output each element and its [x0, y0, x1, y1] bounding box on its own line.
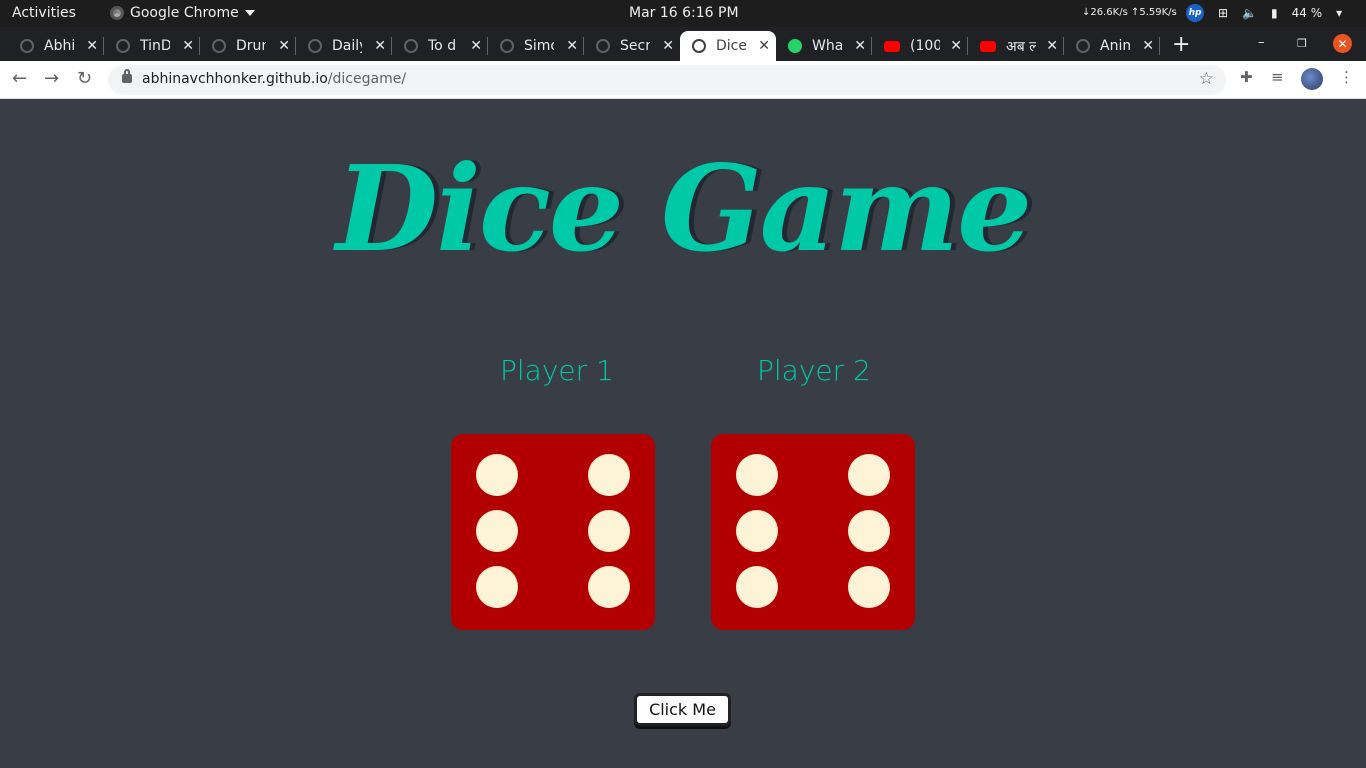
- network-speed: ↓26.6K/s ↑5.59K/s: [1082, 7, 1177, 18]
- close-icon[interactable]: ✕: [758, 38, 770, 54]
- restore-button[interactable]: ❐: [1297, 37, 1307, 50]
- close-icon[interactable]: ✕: [1046, 38, 1058, 54]
- tab-title: Drun: [236, 38, 266, 54]
- globe-icon: [308, 39, 322, 53]
- page-title: Dice Game: [335, 139, 1032, 278]
- tab[interactable]: Simo✕: [480, 31, 584, 61]
- close-window-button[interactable]: ✕: [1333, 34, 1352, 53]
- close-icon[interactable]: ✕: [854, 38, 866, 54]
- globe-icon: [116, 39, 130, 53]
- url-text[interactable]: abhinavchhonker.github.io/dicegame/: [142, 71, 406, 87]
- youtube-icon: [884, 40, 900, 52]
- close-icon[interactable]: ✕: [1142, 38, 1154, 54]
- tab-strip: Abhi✕ TinD✕ Drun✕ Daily✕ To d✕ Simo✕ Sec…: [0, 27, 1366, 61]
- tab-title: What: [812, 38, 842, 54]
- profile-avatar[interactable]: [1301, 68, 1323, 90]
- battery-level: 44 %: [1291, 6, 1323, 20]
- system-top-bar: Activities Google Chrome Mar 16 6:16 PM …: [0, 0, 1366, 27]
- tab-active[interactable]: Dice ✕: [680, 31, 776, 61]
- activities-button[interactable]: Activities: [12, 5, 76, 21]
- whatsapp-icon: [788, 39, 802, 53]
- close-icon[interactable]: ✕: [662, 38, 674, 54]
- tab[interactable]: Secre ✕: [576, 31, 680, 61]
- battery-icon[interactable]: ▮: [1271, 6, 1278, 20]
- url-host: abhinavchhonker.github.io: [142, 71, 328, 87]
- app-menu[interactable]: Google Chrome: [110, 5, 255, 21]
- youtube-icon: [980, 40, 996, 52]
- menu-dots-icon[interactable]: ⋮: [1339, 68, 1354, 86]
- volume-icon[interactable]: 🔈: [1242, 6, 1257, 20]
- tab[interactable]: To d ✕: [384, 31, 488, 61]
- globe-icon: [404, 39, 418, 53]
- die-pip: [588, 454, 630, 496]
- globe-icon: [212, 39, 226, 53]
- die-pip: [588, 566, 630, 608]
- url-path: /dicegame/: [327, 71, 407, 87]
- hp-icon[interactable]: hp: [1186, 4, 1204, 22]
- network-icon[interactable]: ⊞: [1218, 6, 1228, 20]
- chrome-icon: [110, 6, 124, 20]
- tab[interactable]: Daily✕: [288, 31, 392, 61]
- player-1-label: Player 1: [500, 354, 614, 387]
- player-2-die: [711, 434, 915, 630]
- player-2-label: Player 2: [757, 354, 871, 387]
- die-pip: [476, 510, 518, 552]
- clock[interactable]: Mar 16 6:16 PM: [629, 5, 739, 21]
- die-pip: [736, 566, 778, 608]
- tab-title: (100): [910, 38, 940, 54]
- tab-title: Secre: [620, 38, 650, 54]
- roll-dice-button[interactable]: Click Me: [634, 693, 731, 726]
- globe-icon: [596, 39, 610, 53]
- tab-title: To d: [428, 38, 457, 54]
- chevron-down-icon: [244, 10, 255, 16]
- tab[interactable]: TinD ✕: [96, 31, 200, 61]
- tab[interactable]: (100) ✕: [872, 31, 968, 61]
- tab[interactable]: अब ल ✕: [968, 31, 1064, 61]
- minimize-button[interactable]: –: [1258, 35, 1265, 50]
- page-content: Dice Game Player 1 Player 2 Click Me: [0, 99, 1366, 768]
- address-bar[interactable]: abhinavchhonker.github.io/dicegame/ ☆: [108, 65, 1226, 95]
- chevron-down-icon[interactable]: ▾: [1336, 6, 1342, 20]
- forward-button[interactable]: →: [44, 68, 59, 89]
- tab-title: अब ल: [1006, 38, 1036, 55]
- close-icon[interactable]: ✕: [950, 38, 962, 54]
- reload-button[interactable]: ↻: [77, 68, 92, 89]
- tab-title: Simo: [524, 38, 554, 54]
- tab-title: Daily: [332, 38, 362, 54]
- browser-toolbar: ← → ↻ abhinavchhonker.github.io/dicegame…: [0, 61, 1366, 99]
- tab[interactable]: What ✕: [776, 31, 872, 61]
- globe-icon: [692, 39, 706, 53]
- die-pip: [736, 454, 778, 496]
- new-tab-button[interactable]: +: [1172, 32, 1190, 57]
- globe-icon: [1076, 39, 1090, 53]
- lock-icon[interactable]: [122, 69, 132, 83]
- app-name: Google Chrome: [130, 5, 239, 21]
- tab-title: Abhi: [44, 38, 74, 54]
- tab-title: TinD: [140, 38, 170, 54]
- tab[interactable]: Drun ✕: [192, 31, 296, 61]
- globe-icon: [20, 39, 34, 53]
- system-tray[interactable]: hp ⊞ 🔈 ▮ 44 % ▾: [1186, 4, 1342, 22]
- globe-icon: [500, 39, 514, 53]
- tab[interactable]: Anim ✕: [1064, 31, 1160, 61]
- tab-title: Anim: [1100, 38, 1130, 54]
- die-pip: [848, 566, 890, 608]
- bookmark-star-icon[interactable]: ☆: [1199, 69, 1214, 89]
- die-pip: [848, 510, 890, 552]
- media-control-icon[interactable]: ≡: [1271, 68, 1284, 86]
- die-pip: [476, 566, 518, 608]
- die-pip: [736, 510, 778, 552]
- die-pip: [848, 454, 890, 496]
- die-pip: [588, 510, 630, 552]
- tab-title: Dice: [716, 38, 746, 54]
- back-button[interactable]: ←: [12, 68, 27, 89]
- tab[interactable]: Abhi ✕: [0, 31, 104, 61]
- die-pip: [476, 454, 518, 496]
- player-1-die: [451, 434, 655, 630]
- extensions-icon[interactable]: ✚: [1240, 68, 1253, 86]
